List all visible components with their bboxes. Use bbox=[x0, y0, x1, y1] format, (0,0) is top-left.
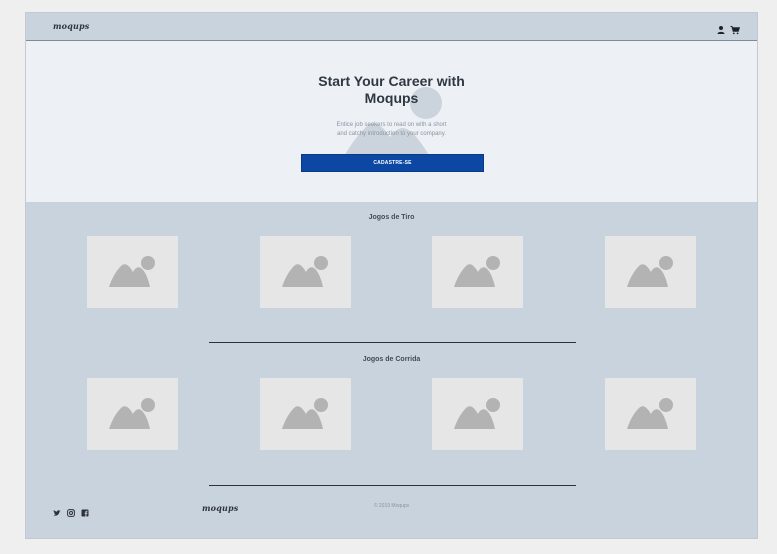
header: moqups bbox=[26, 13, 757, 41]
hero-title-line-1: Start Your Career with bbox=[318, 73, 465, 89]
signup-button[interactable]: CADASTRE-SE bbox=[301, 154, 484, 172]
image-placeholder-icon bbox=[627, 398, 673, 429]
image-placeholder-icon bbox=[282, 256, 328, 287]
image-placeholder-icon bbox=[109, 256, 155, 287]
game-thumbnail[interactable] bbox=[605, 236, 696, 308]
section-divider bbox=[209, 485, 576, 486]
hero-banner: Start Your Career with Moqups Entice job… bbox=[26, 41, 757, 202]
game-thumbnail[interactable] bbox=[432, 236, 523, 308]
page: moqups Start Your Career with Moqups Ent… bbox=[25, 12, 758, 539]
game-thumbnail[interactable] bbox=[260, 236, 351, 308]
image-placeholder-icon bbox=[454, 256, 500, 287]
game-thumbnail[interactable] bbox=[260, 378, 351, 450]
image-placeholder-icon bbox=[282, 398, 328, 429]
section-divider bbox=[209, 342, 576, 343]
hero-subtitle-line-2: and catchy introduction to your company. bbox=[337, 131, 446, 137]
image-placeholder-icon bbox=[109, 398, 155, 429]
header-logo[interactable]: moqups bbox=[53, 21, 90, 31]
cart-icon[interactable] bbox=[730, 22, 741, 35]
game-thumbnail[interactable] bbox=[87, 236, 178, 308]
hero-title-line-2: Moqups bbox=[364, 90, 419, 106]
game-thumbnail[interactable] bbox=[432, 378, 523, 450]
game-thumbnail[interactable] bbox=[605, 378, 696, 450]
section-title-corrida: Jogos de Corrida bbox=[362, 356, 421, 363]
image-placeholder-icon bbox=[454, 398, 500, 429]
section-title-tiro: Jogos de Tiro bbox=[368, 214, 415, 221]
image-placeholder-icon bbox=[627, 256, 673, 287]
hero-subtitle: Entice job seekers to read on with a sho… bbox=[26, 121, 757, 139]
game-thumbnail[interactable] bbox=[87, 378, 178, 450]
copyright-text: © 2019 Moqups bbox=[373, 503, 410, 509]
hero-title: Start Your Career with Moqups bbox=[26, 73, 757, 107]
hero-subtitle-line-1: Entice job seekers to read on with a sho… bbox=[336, 122, 447, 128]
user-icon[interactable] bbox=[716, 22, 726, 34]
